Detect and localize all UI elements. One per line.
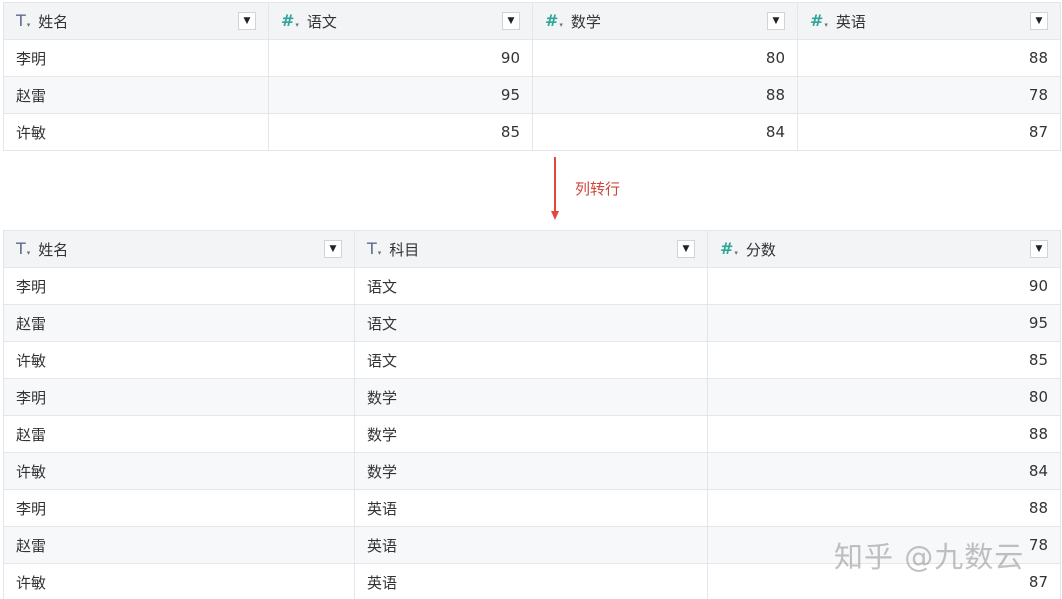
dropdown-icon[interactable]: ▼ <box>1030 240 1048 258</box>
text-type-icon: T ▾ <box>367 239 382 258</box>
table-cell[interactable]: 88 <box>708 490 1061 527</box>
table-cell[interactable]: 85 <box>708 342 1061 379</box>
header-label: 英语 <box>835 12 866 31</box>
table-cell[interactable]: 80 <box>708 379 1061 416</box>
number-type-icon: # ▾ <box>810 11 828 30</box>
table-cell[interactable]: 78 <box>798 77 1061 114</box>
header-cell-subject[interactable]: T ▾ 科目 ▼ <box>355 231 708 268</box>
number-type-icon: # ▾ <box>281 11 299 30</box>
table-cell[interactable]: 88 <box>798 40 1061 77</box>
down-arrow-icon <box>551 157 559 220</box>
header-label: 数学 <box>570 12 601 31</box>
table-row[interactable]: 许敏 85 84 87 <box>4 114 1061 151</box>
table-cell[interactable]: 数学 <box>355 416 708 453</box>
dropdown-icon[interactable]: ▼ <box>238 12 256 30</box>
table-row[interactable]: 李明 语文 90 <box>4 268 1061 305</box>
table-cell[interactable]: 85 <box>269 114 533 151</box>
header-label: 语文 <box>306 12 337 31</box>
top-table-header: T ▾ 姓名 ▼ # ▾ 语文 ▼ # ▾ 数学 ▼ # ▾ 英语 ▼ <box>4 3 1061 40</box>
table-cell[interactable]: 95 <box>269 77 533 114</box>
table-cell[interactable]: 英语 <box>355 564 708 599</box>
table-cell[interactable]: 许敏 <box>4 114 269 151</box>
table-cell[interactable]: 90 <box>269 40 533 77</box>
table-cell[interactable]: 许敏 <box>4 564 355 599</box>
table-cell[interactable]: 90 <box>708 268 1061 305</box>
table-cell[interactable]: 88 <box>708 416 1061 453</box>
table-cell[interactable]: 95 <box>708 305 1061 342</box>
table-cell[interactable]: 李明 <box>4 490 355 527</box>
header-label: 科目 <box>389 240 420 259</box>
table-row[interactable]: 李明 数学 80 <box>4 379 1061 416</box>
table-row[interactable]: 赵雷 语文 95 <box>4 305 1061 342</box>
text-type-icon: T ▾ <box>16 239 31 258</box>
table-cell[interactable]: 赵雷 <box>4 416 355 453</box>
table-cell[interactable]: 赵雷 <box>4 77 269 114</box>
number-type-icon: # ▾ <box>720 239 738 258</box>
watermark: 知乎 @九数云 <box>834 540 1025 574</box>
table-row[interactable]: 赵雷 95 88 78 <box>4 77 1061 114</box>
table-cell[interactable]: 语文 <box>355 305 708 342</box>
table-cell[interactable]: 87 <box>798 114 1061 151</box>
table-cell[interactable]: 数学 <box>355 453 708 490</box>
bottom-table-header: T ▾ 姓名 ▼ T ▾ 科目 ▼ # ▾ 分数 ▼ <box>4 231 1061 268</box>
header-cell-math[interactable]: # ▾ 数学 ▼ <box>533 3 798 40</box>
table-cell[interactable]: 80 <box>533 40 798 77</box>
table-cell[interactable]: 数学 <box>355 379 708 416</box>
header-cell-chinese[interactable]: # ▾ 语文 ▼ <box>269 3 533 40</box>
dropdown-icon[interactable]: ▼ <box>767 12 785 30</box>
table-row[interactable]: 赵雷 数学 88 <box>4 416 1061 453</box>
header-cell-score[interactable]: # ▾ 分数 ▼ <box>708 231 1061 268</box>
table-cell[interactable]: 李明 <box>4 268 355 305</box>
number-type-icon: # ▾ <box>545 11 563 30</box>
table-cell[interactable]: 84 <box>708 453 1061 490</box>
table-cell[interactable]: 语文 <box>355 268 708 305</box>
table-cell[interactable]: 许敏 <box>4 342 355 379</box>
header-label: 分数 <box>745 240 776 259</box>
table-row[interactable]: 许敏 数学 84 <box>4 453 1061 490</box>
dropdown-icon[interactable]: ▼ <box>502 12 520 30</box>
table-cell[interactable]: 许敏 <box>4 453 355 490</box>
table-cell[interactable]: 赵雷 <box>4 305 355 342</box>
table-cell[interactable]: 英语 <box>355 527 708 564</box>
dropdown-icon[interactable]: ▼ <box>324 240 342 258</box>
table-cell[interactable]: 赵雷 <box>4 527 355 564</box>
dropdown-icon[interactable]: ▼ <box>677 240 695 258</box>
header-label: 姓名 <box>38 240 69 259</box>
table-cell[interactable]: 84 <box>533 114 798 151</box>
header-cell-english[interactable]: # ▾ 英语 ▼ <box>798 3 1061 40</box>
dropdown-icon[interactable]: ▼ <box>1030 12 1048 30</box>
table-cell[interactable]: 语文 <box>355 342 708 379</box>
header-label: 姓名 <box>38 12 69 31</box>
table-cell[interactable]: 88 <box>533 77 798 114</box>
header-cell-name[interactable]: T ▾ 姓名 ▼ <box>4 3 269 40</box>
table-cell[interactable]: 李明 <box>4 379 355 416</box>
table-row[interactable]: 许敏 语文 85 <box>4 342 1061 379</box>
table-cell[interactable]: 英语 <box>355 490 708 527</box>
table-row[interactable]: 李明 英语 88 <box>4 490 1061 527</box>
top-table: T ▾ 姓名 ▼ # ▾ 语文 ▼ # ▾ 数学 ▼ # ▾ 英语 ▼ 李明 90 80… <box>3 2 1061 151</box>
header-cell-name[interactable]: T ▾ 姓名 ▼ <box>4 231 355 268</box>
table-row[interactable]: 李明 90 80 88 <box>4 40 1061 77</box>
table-cell[interactable]: 李明 <box>4 40 269 77</box>
transform-label: 列转行 <box>575 180 621 198</box>
text-type-icon: T ▾ <box>16 11 31 30</box>
